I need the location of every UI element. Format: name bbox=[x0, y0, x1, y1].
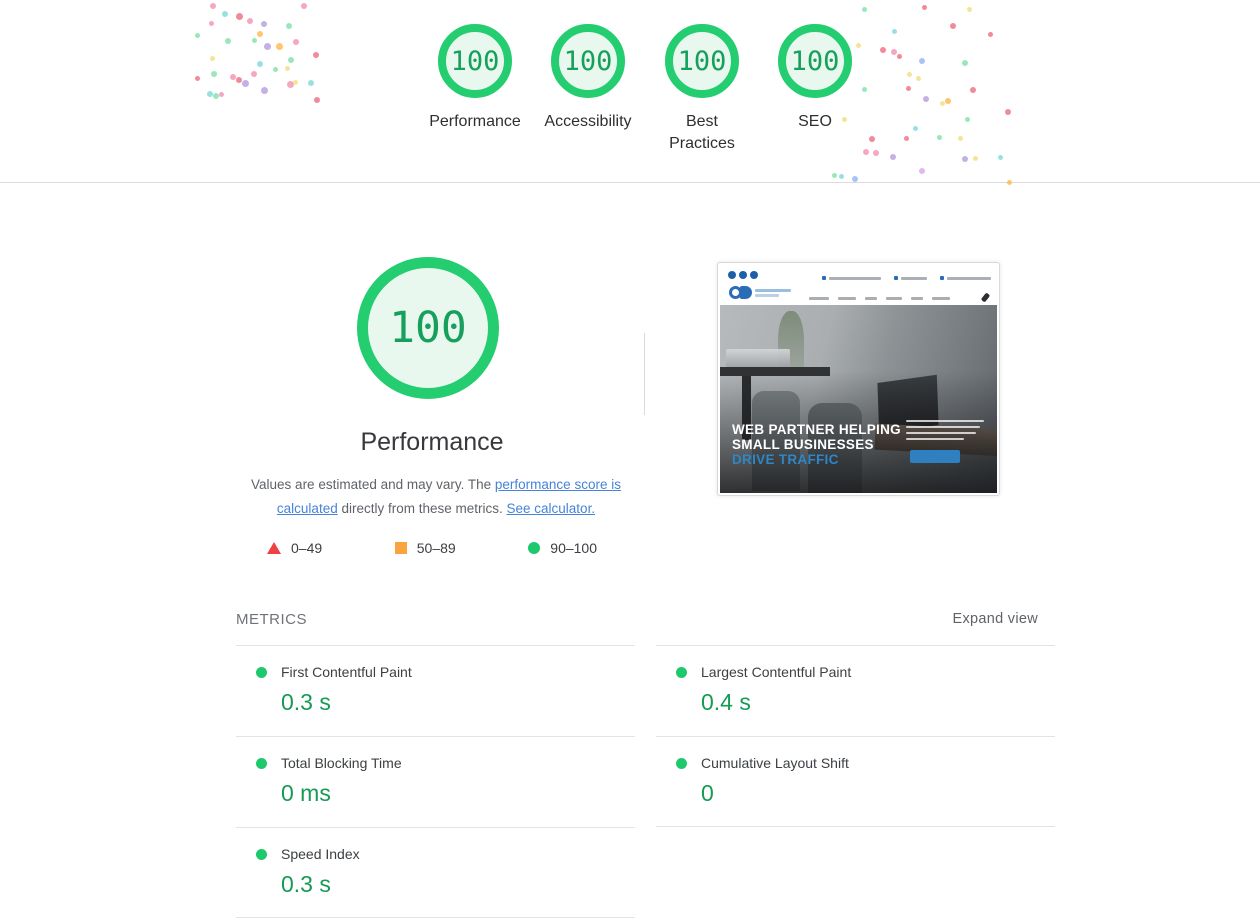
gauge-ring: 100 bbox=[778, 24, 852, 98]
metric-label: Total Blocking Time bbox=[281, 755, 402, 771]
glassware-decoration bbox=[726, 349, 790, 367]
legend-item-fail: 0–49 bbox=[267, 540, 322, 556]
pass-circle-icon bbox=[528, 542, 541, 554]
metric-largest-contentful-paint: Largest Contentful Paint 0.4 s bbox=[656, 645, 1055, 736]
plant-decoration bbox=[778, 311, 804, 375]
hero-image: WEB PARTNER HELPING SMALL BUSINESSES DRI… bbox=[720, 305, 997, 493]
expand-view-button[interactable]: Expand view bbox=[952, 611, 1038, 627]
logo-d-mark bbox=[740, 286, 752, 299]
gauge-score: 100 bbox=[790, 45, 840, 77]
site-nav bbox=[800, 296, 950, 300]
gauge-ring: 100 bbox=[551, 24, 625, 98]
legend-item-pass: 90–100 bbox=[528, 540, 597, 556]
metric-pass-icon bbox=[256, 757, 267, 769]
metrics-section-title: METRICS bbox=[236, 611, 307, 628]
email-text-placeholder bbox=[947, 276, 991, 280]
metrics-column-right: Largest Contentful Paint 0.4 s Cumulativ… bbox=[656, 645, 1055, 827]
hero-line-2: SMALL BUSINESSES bbox=[732, 437, 874, 452]
metric-value: 0 bbox=[701, 780, 714, 806]
score-disclaimer: Values are estimated and may vary. The p… bbox=[226, 473, 646, 520]
metric-label: Cumulative Layout Shift bbox=[701, 755, 849, 771]
location-icon bbox=[822, 276, 826, 280]
metric-label: Speed Index bbox=[281, 846, 360, 862]
score-header: 100 Performance 100 Accessibility 100 Be… bbox=[0, 0, 1260, 185]
gauge-ring: 100 bbox=[438, 24, 512, 98]
logo-wordmark bbox=[755, 288, 791, 297]
category-gauge-best-practices[interactable]: 100 Best Practices bbox=[645, 24, 759, 155]
gauge-label: Best Practices bbox=[669, 113, 735, 152]
performance-score: 100 bbox=[389, 303, 467, 353]
column-divider bbox=[644, 333, 645, 415]
site-logo bbox=[729, 286, 791, 299]
legend-range: 50–89 bbox=[416, 540, 456, 556]
disclaimer-text: directly from these metrics. bbox=[337, 500, 507, 516]
metric-value: 0.3 s bbox=[281, 689, 331, 715]
legend-range: 90–100 bbox=[550, 540, 597, 556]
table-decoration bbox=[720, 367, 830, 376]
page-screenshot-thumbnail: WEB PARTNER HELPING SMALL BUSINESSES DRI… bbox=[717, 262, 1000, 496]
site-topbar bbox=[720, 265, 997, 305]
metric-pass-icon bbox=[256, 666, 267, 678]
social-icons bbox=[728, 271, 758, 279]
legend-item-average: 50–89 bbox=[394, 540, 456, 556]
metric-first-contentful-paint: First Contentful Paint 0.3 s bbox=[236, 645, 635, 736]
score-legend: 0–49 50–89 90–100 bbox=[267, 540, 597, 556]
gauge-ring: 100 bbox=[665, 24, 739, 98]
metric-value: 0 ms bbox=[281, 780, 331, 806]
gauge-label: Performance bbox=[429, 113, 521, 130]
metric-total-blocking-time: Total Blocking Time 0 ms bbox=[236, 736, 635, 827]
address-text-placeholder bbox=[829, 276, 881, 280]
gauge-label: SEO bbox=[798, 113, 832, 130]
metric-label: Largest Contentful Paint bbox=[701, 664, 852, 680]
hero-headline: WEB PARTNER HELPING SMALL BUSINESSES DRI… bbox=[732, 422, 901, 467]
legend-range: 0–49 bbox=[291, 540, 323, 556]
metric-pass-icon bbox=[256, 848, 267, 860]
performance-title: Performance bbox=[360, 428, 504, 456]
fail-triangle-icon bbox=[267, 542, 281, 554]
cta-button bbox=[910, 450, 960, 463]
gauge-label: Accessibility bbox=[544, 113, 632, 130]
metric-value: 0.3 s bbox=[281, 871, 331, 897]
category-gauge-seo[interactable]: 100 SEO bbox=[758, 24, 872, 133]
metric-cumulative-layout-shift: Cumulative Layout Shift 0 bbox=[656, 736, 1055, 827]
disclaimer-text: Values are estimated and may vary. The bbox=[251, 477, 495, 492]
gauge-score: 100 bbox=[563, 45, 613, 77]
see-calculator-link[interactable]: See calculator. bbox=[507, 501, 596, 516]
gauge-score: 100 bbox=[450, 45, 500, 77]
hero-line-1: WEB PARTNER HELPING bbox=[732, 422, 901, 437]
category-gauge-accessibility[interactable]: 100 Accessibility bbox=[531, 24, 645, 133]
phone-text-placeholder bbox=[901, 276, 927, 280]
hero-paragraph-placeholder bbox=[906, 420, 986, 444]
email-icon bbox=[940, 276, 944, 280]
call-icon bbox=[980, 292, 991, 303]
performance-gauge: 100 bbox=[357, 257, 499, 399]
category-gauge-performance[interactable]: 100 Performance bbox=[418, 24, 532, 133]
lighthouse-report: 100 Performance 100 Accessibility 100 Be… bbox=[0, 0, 1260, 922]
metrics-column-left: First Contentful Paint 0.3 s Total Block… bbox=[236, 645, 635, 918]
metric-speed-index: Speed Index 0.3 s bbox=[236, 827, 635, 918]
gauge-score: 100 bbox=[677, 45, 727, 77]
contact-info bbox=[822, 276, 991, 280]
metric-value: 0.4 s bbox=[701, 689, 751, 715]
phone-icon bbox=[894, 276, 898, 280]
metric-pass-icon bbox=[676, 757, 687, 769]
metric-pass-icon bbox=[676, 666, 687, 678]
hero-line-3: DRIVE TRAFFIC bbox=[732, 452, 839, 467]
average-square-icon bbox=[394, 542, 407, 554]
metric-label: First Contentful Paint bbox=[281, 664, 412, 680]
